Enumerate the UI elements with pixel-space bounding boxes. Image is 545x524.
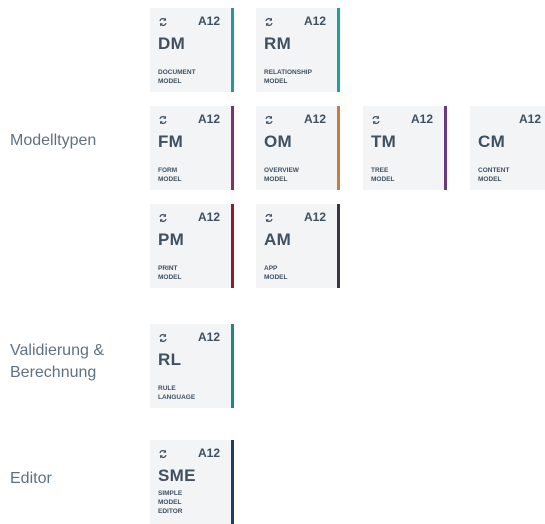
card-accent-bar (231, 324, 234, 408)
card-abbr: AM (264, 230, 292, 249)
sync-icon (159, 115, 167, 125)
card-abbr: PM (158, 230, 185, 249)
row-label-validierung-line2: Berechnung (10, 364, 97, 381)
card-accent-bar (231, 106, 234, 190)
sync-icon (159, 449, 167, 459)
card-abbr: FM (158, 132, 184, 151)
card-desc: APP MODEL (264, 265, 288, 281)
card-om[interactable]: A12 OM OVERVIEW MODEL (256, 106, 340, 190)
brand-label: A12 (410, 112, 433, 126)
card-accent-bar (231, 440, 234, 524)
card-abbr: TM (371, 132, 397, 151)
sync-icon (159, 17, 167, 27)
row-label-modelltypen: Modelltypen (10, 132, 97, 149)
card-rm[interactable]: A12 RM RELATIONSHIP MODEL (256, 8, 340, 92)
card-tm[interactable]: A12 TM TREE MODEL (363, 106, 447, 190)
card-accent-bar (337, 8, 340, 92)
sync-icon (265, 115, 273, 125)
brand-label: A12 (197, 210, 220, 224)
sync-icon (372, 115, 380, 125)
row-label-editor: Editor (10, 470, 52, 487)
card-desc: FORM MODEL (158, 167, 182, 183)
sync-icon (159, 213, 167, 223)
card-cm[interactable]: A12 CM CONTENT MODEL (470, 106, 545, 190)
brand-label: A12 (303, 112, 326, 126)
sync-icon (159, 333, 167, 343)
card-pm[interactable]: A12 PM PRINT MODEL (150, 204, 234, 288)
brand-label: A12 (197, 446, 220, 460)
card-desc: RULE LANGUAGE (158, 385, 196, 401)
card-accent-bar (337, 204, 340, 288)
card-desc: PRINT MODEL (158, 265, 182, 281)
card-desc: SIMPLE MODEL EDITOR (158, 490, 183, 515)
card-accent-bar (337, 106, 340, 190)
card-am[interactable]: A12 AM APP MODEL (256, 204, 340, 288)
card-abbr: SME (158, 466, 196, 485)
card-desc: OVERVIEW MODEL (264, 167, 299, 183)
card-accent-bar (444, 106, 447, 190)
card-accent-bar (231, 204, 234, 288)
card-desc: TREE MODEL (371, 167, 395, 183)
card-abbr: CM (478, 132, 506, 151)
row-label-validierung: Validierung & Berechnung (10, 340, 104, 384)
card-accent-bar (231, 8, 234, 92)
card-desc: RELATIONSHIP MODEL (264, 69, 312, 85)
brand-label: A12 (197, 330, 220, 344)
brand-label: A12 (303, 14, 326, 28)
card-desc: DOCUMENT MODEL (158, 69, 196, 85)
card-desc: CONTENT MODEL (478, 167, 510, 183)
card-abbr: RM (264, 34, 292, 53)
card-dm[interactable]: A12 DM DOCUMENT MODEL (150, 8, 234, 92)
card-rl[interactable]: A12 RL RULE LANGUAGE (150, 324, 234, 408)
card-abbr: DM (158, 34, 186, 53)
brand-label: A12 (197, 112, 220, 126)
sync-icon (265, 17, 273, 27)
brand-label: A12 (303, 210, 326, 224)
sync-icon (265, 213, 273, 223)
brand-label: A12 (197, 14, 220, 28)
row-label-validierung-line1: Validierung & (10, 342, 104, 359)
card-abbr: RL (158, 350, 182, 369)
card-abbr: OM (264, 132, 292, 151)
card-fm[interactable]: A12 FM FORM MODEL (150, 106, 234, 190)
card-sme[interactable]: A12 SME SIMPLE MODEL EDITOR (150, 440, 234, 524)
brand-label: A12 (518, 112, 541, 126)
